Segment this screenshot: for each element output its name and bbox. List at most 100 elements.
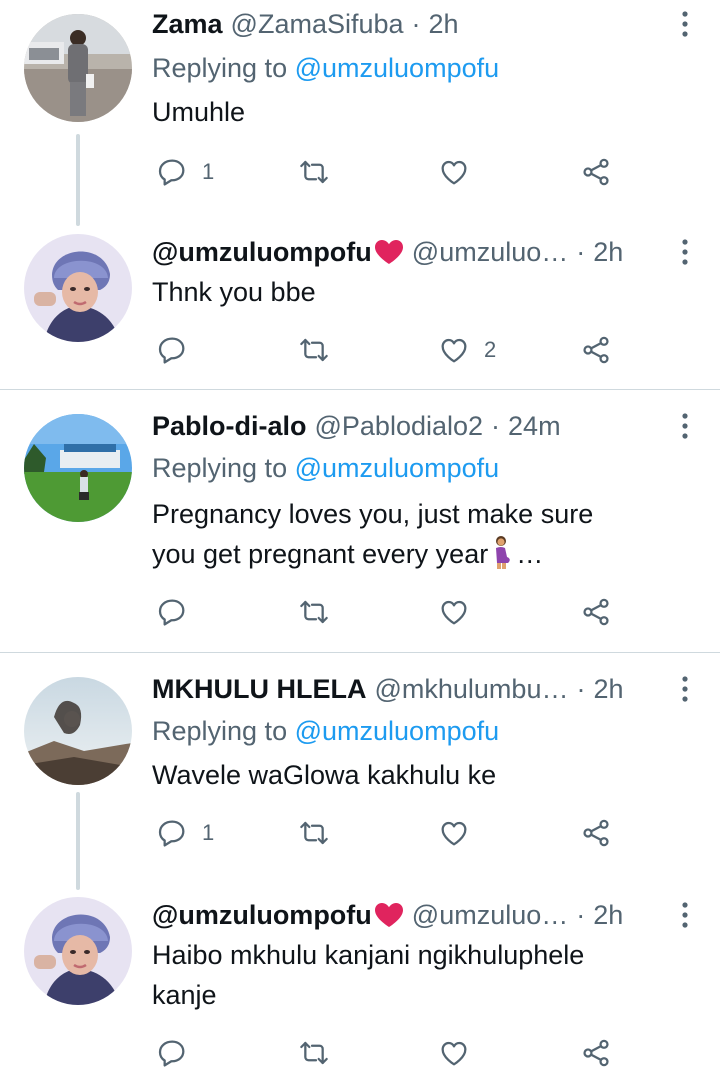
tweet-actions: 1 bbox=[152, 152, 720, 192]
display-name[interactable]: MKHULU HLELA bbox=[152, 671, 366, 707]
red-heart-emoji-icon bbox=[374, 902, 404, 928]
share-icon bbox=[580, 334, 612, 366]
tweet-text-line: Pregnancy loves you, just make sure bbox=[152, 499, 594, 529]
retweet-button[interactable] bbox=[298, 152, 330, 192]
user-handle[interactable]: @ZamaSifuba bbox=[231, 6, 404, 42]
like-button[interactable] bbox=[438, 1033, 470, 1073]
more-options-icon[interactable] bbox=[678, 900, 692, 930]
user-handle[interactable]: @umzuluo… bbox=[412, 234, 568, 270]
replying-to: Replying to @umzuluompofu bbox=[152, 713, 499, 749]
timestamp[interactable]: 2h bbox=[593, 234, 623, 270]
like-icon bbox=[438, 817, 470, 849]
share-button[interactable] bbox=[580, 330, 612, 370]
separator-dot: · bbox=[491, 411, 501, 441]
tweet-header: @umzuluompofu @umzuluo… · 2h bbox=[152, 897, 660, 933]
replying-to-mention[interactable]: @umzuluompofu bbox=[295, 453, 500, 483]
reply-count: 1 bbox=[202, 820, 215, 845]
reply-icon bbox=[156, 1037, 188, 1069]
reply-button[interactable] bbox=[156, 330, 188, 370]
tweet[interactable]: @umzuluompofu @umzuluo… · 2h Haibo mkhul… bbox=[0, 865, 720, 1089]
replying-to-mention[interactable]: @umzuluompofu bbox=[295, 53, 500, 83]
like-icon bbox=[438, 1037, 470, 1069]
avatar[interactable] bbox=[24, 234, 132, 342]
retweet-icon bbox=[298, 334, 330, 366]
reply-button[interactable]: 1 bbox=[156, 813, 214, 853]
replying-to: Replying to @umzuluompofu bbox=[152, 50, 499, 86]
user-handle[interactable]: @mkhulumbu… bbox=[374, 671, 568, 707]
more-options-icon[interactable] bbox=[678, 9, 692, 39]
tweet-actions bbox=[152, 1033, 720, 1073]
reply-count: 1 bbox=[202, 159, 215, 184]
tweet-text: Pregnancy loves you, just make sure you … bbox=[152, 494, 680, 574]
timestamp[interactable]: 2h bbox=[593, 897, 623, 933]
retweet-button[interactable] bbox=[298, 813, 330, 853]
pregnant-woman-emoji-icon bbox=[496, 536, 510, 569]
display-name[interactable]: @umzuluompofu bbox=[152, 897, 372, 933]
more-options-icon[interactable] bbox=[678, 411, 692, 441]
reply-button[interactable] bbox=[156, 592, 188, 632]
reply-button[interactable]: 1 bbox=[156, 152, 214, 192]
share-icon bbox=[580, 596, 612, 628]
display-name[interactable]: Pablo-di-alo bbox=[152, 408, 307, 444]
tweet-header: MKHULU HLELA @mkhulumbu… · 2h bbox=[152, 671, 660, 707]
share-icon bbox=[580, 156, 612, 188]
retweet-button[interactable] bbox=[298, 330, 330, 370]
avatar[interactable] bbox=[24, 677, 132, 785]
user-handle[interactable]: @umzuluo… bbox=[412, 897, 568, 933]
separator-dot: · bbox=[576, 237, 586, 267]
like-button[interactable] bbox=[438, 152, 470, 192]
replying-to-mention[interactable]: @umzuluompofu bbox=[295, 716, 500, 746]
display-name[interactable]: Zama bbox=[152, 6, 223, 42]
tweet-text-line: kanje bbox=[152, 980, 217, 1010]
tweet-actions: 1 bbox=[152, 813, 720, 853]
tweet-header: Zama @ZamaSifuba · 2h bbox=[152, 6, 660, 42]
share-button[interactable] bbox=[580, 813, 612, 853]
share-icon bbox=[580, 817, 612, 849]
avatar[interactable] bbox=[24, 14, 132, 122]
separator-dot: · bbox=[576, 674, 586, 704]
more-options-icon[interactable] bbox=[678, 237, 692, 267]
share-button[interactable] bbox=[580, 1033, 612, 1073]
tweet[interactable]: @umzuluompofu @umzuluo… · 2h Thnk you bb… bbox=[0, 200, 720, 388]
retweet-icon bbox=[298, 156, 330, 188]
timestamp[interactable]: 24m bbox=[508, 408, 561, 444]
share-button[interactable] bbox=[580, 592, 612, 632]
retweet-button[interactable] bbox=[298, 592, 330, 632]
tweet[interactable]: MKHULU HLELA @mkhulumbu… · 2h Replying t… bbox=[0, 653, 720, 865]
replying-to-label: Replying to bbox=[152, 53, 288, 83]
like-button[interactable]: 2 bbox=[438, 330, 496, 370]
timestamp[interactable]: 2h bbox=[429, 6, 459, 42]
like-button[interactable] bbox=[438, 813, 470, 853]
tweet-actions: 2 bbox=[152, 330, 720, 370]
reply-icon bbox=[156, 156, 188, 188]
timestamp[interactable]: 2h bbox=[593, 671, 623, 707]
share-button[interactable] bbox=[580, 152, 612, 192]
tweet[interactable]: Zama @ZamaSifuba · 2h Replying to @umzul… bbox=[0, 0, 720, 200]
replying-to-label: Replying to bbox=[152, 716, 288, 746]
more-options-icon[interactable] bbox=[678, 674, 692, 704]
separator-dot: · bbox=[576, 900, 586, 930]
reply-button[interactable] bbox=[156, 1033, 188, 1073]
tweet-text-line: you get pregnant every year… bbox=[152, 534, 680, 574]
tweet-header: @umzuluompofu @umzuluo… · 2h bbox=[152, 234, 660, 270]
user-handle[interactable]: @Pablodialo2 bbox=[315, 408, 484, 444]
tweet-text: Umuhle bbox=[152, 97, 246, 127]
tweet-text: Haibo mkhulu kanjani ngikhuluphele kanje bbox=[152, 935, 680, 1015]
like-count: 2 bbox=[484, 337, 497, 362]
reply-icon bbox=[156, 334, 188, 366]
separator-dot: · bbox=[411, 9, 421, 39]
retweet-icon bbox=[298, 1037, 330, 1069]
like-button[interactable] bbox=[438, 592, 470, 632]
tweet-text: Thnk you bbe bbox=[152, 277, 316, 307]
retweet-button[interactable] bbox=[298, 1033, 330, 1073]
red-heart-emoji-icon bbox=[374, 239, 404, 265]
reply-icon bbox=[156, 817, 188, 849]
avatar[interactable] bbox=[24, 897, 132, 1005]
avatar[interactable] bbox=[24, 414, 132, 522]
replying-to: Replying to @umzuluompofu bbox=[152, 450, 499, 486]
tweet[interactable]: Pablo-di-alo @Pablodialo2 · 24m Replying… bbox=[0, 390, 720, 652]
tweet-actions bbox=[152, 592, 720, 632]
display-name[interactable]: @umzuluompofu bbox=[152, 234, 372, 270]
replying-to-label: Replying to bbox=[152, 453, 288, 483]
like-icon bbox=[438, 596, 470, 628]
